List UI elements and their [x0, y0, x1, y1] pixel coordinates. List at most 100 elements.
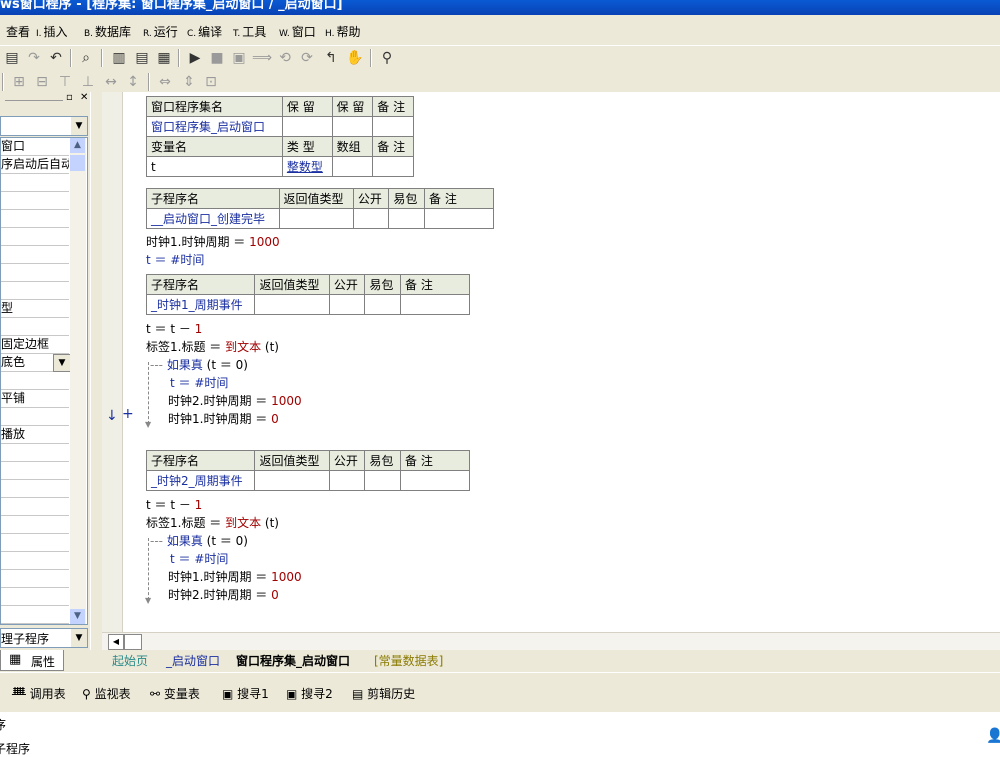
table-cell[interactable] [364, 470, 401, 491]
same-size-icon[interactable]: ⊡ [202, 73, 220, 91]
property-row[interactable] [1, 570, 69, 588]
scroll-thumb[interactable] [70, 155, 85, 171]
subroutine-name-cell[interactable]: _时钟2_周期事件 [145, 470, 256, 491]
table-cell[interactable] [328, 294, 366, 315]
align-top-icon[interactable]: ⊤ [56, 73, 74, 91]
property-row[interactable] [1, 246, 69, 264]
same-width-icon[interactable]: ⇔ [156, 73, 174, 91]
property-scrollbar[interactable]: ▲ ▼ [70, 138, 86, 624]
layout-2-icon[interactable]: ▤ [133, 49, 151, 67]
table-cell[interactable] [400, 470, 470, 491]
menu-compile[interactable]: C. 编译 [187, 23, 222, 40]
align-center-icon[interactable]: ⊟ [33, 73, 51, 91]
table-cell[interactable] [424, 208, 494, 229]
stop-icon[interactable]: ■ [208, 49, 226, 67]
scroll-left-icon[interactable]: ◀ [108, 634, 124, 650]
binoculars-icon[interactable]: ⚲ [378, 49, 396, 67]
tab-constants[interactable]: [常量数据表] [374, 652, 443, 669]
property-row[interactable]: 窗口 [1, 138, 69, 156]
plus-icon[interactable]: + [122, 406, 134, 422]
tab-startup-window[interactable]: _启动窗口 [166, 652, 220, 669]
clip-history-button[interactable]: ▤ 剪辑历史 [352, 685, 415, 702]
layout-3-icon[interactable]: ▦ [155, 49, 173, 67]
space-vertical-icon[interactable]: ↕ [124, 73, 142, 91]
scroll-down-icon[interactable]: ▼ [70, 609, 85, 624]
property-row[interactable] [1, 174, 69, 192]
property-row[interactable]: 序启动后自动 [1, 156, 69, 174]
property-row[interactable] [1, 444, 69, 462]
property-row[interactable]: 固定边框 [1, 336, 69, 354]
code-line[interactable]: 时钟1.时钟周期 ＝ 0 [168, 410, 279, 427]
property-row[interactable]: 平铺 [1, 390, 69, 408]
property-row[interactable] [1, 588, 69, 606]
watch-button[interactable]: ⚲ 监视表 [82, 685, 131, 702]
code-line[interactable]: 时钟1.时钟周期 ＝ 1000 [146, 233, 280, 250]
property-row[interactable] [1, 210, 69, 228]
if-line[interactable]: --- 如果真 (t ＝ 0) [150, 356, 248, 373]
layout-1-icon[interactable]: ▥ [110, 49, 128, 67]
property-row[interactable] [1, 228, 69, 246]
code-line[interactable]: 时钟1.时钟周期 ＝ 1000 [168, 568, 302, 585]
code-line[interactable]: 时钟2.时钟周期 ＝ 0 [168, 586, 279, 603]
panel-restore-icon[interactable]: ▫ [66, 92, 73, 103]
property-row[interactable] [1, 372, 69, 390]
run-icon[interactable]: ▶ [186, 49, 204, 67]
property-row[interactable] [1, 264, 69, 282]
property-row[interactable] [1, 552, 69, 570]
find-icon[interactable]: ⌕ [77, 49, 95, 67]
property-row[interactable]: 播放 [1, 426, 69, 444]
variable-type-cell[interactable]: 整数型 [281, 156, 333, 177]
menu-window[interactable]: W. 窗口 [279, 23, 316, 40]
event-select[interactable]: 理子程序 ▼ [0, 628, 88, 648]
search2-button[interactable]: ▣ 搜寻2 [286, 685, 333, 702]
property-row[interactable] [1, 318, 69, 336]
table-cell[interactable] [352, 208, 390, 229]
property-row[interactable] [1, 516, 69, 534]
menu-tools[interactable]: T. 工具 [233, 23, 266, 40]
component-select[interactable]: ▼ [0, 116, 88, 136]
menu-run[interactable]: R. 运行 [143, 23, 178, 40]
property-row[interactable] [1, 282, 69, 300]
align-bottom-icon[interactable]: ⊥ [79, 73, 97, 91]
step-over-icon[interactable]: ⟲ [276, 49, 294, 67]
table-cell[interactable] [331, 156, 374, 177]
scroll-thumb[interactable] [124, 634, 142, 650]
variables-button[interactable]: ⚯ 变量表 [150, 685, 200, 702]
table-cell[interactable] [372, 156, 414, 177]
table-cell[interactable] [254, 294, 330, 315]
property-row[interactable] [1, 480, 69, 498]
menu-help[interactable]: H. 帮助 [325, 23, 361, 40]
user-icon[interactable]: 👤 [986, 728, 1000, 744]
search1-button[interactable]: ▣ 搜寻1 [222, 685, 269, 702]
call-table-button[interactable]: ᚙ 调用表 [12, 685, 66, 702]
scroll-up-icon[interactable]: ▲ [70, 138, 85, 153]
code-line[interactable]: t ＝ t － 1 [146, 320, 202, 337]
menu-database[interactable]: B. 数据库 [84, 23, 131, 40]
table-cell[interactable] [372, 116, 414, 137]
code-line[interactable]: t ＝ t － 1 [146, 496, 202, 513]
property-row[interactable] [1, 462, 69, 480]
code-editor[interactable]: 窗口程序集名 保 留 保 留 备 注 窗口程序集_启动窗口 变量名 类 型 数组… [102, 92, 1000, 632]
tab-start-page[interactable]: 起始页 [112, 652, 148, 669]
property-grid[interactable]: 窗口 序启动后自动 型 固定边框 底色 平铺 播放 ▼ ▲ ▼ [0, 137, 88, 625]
property-row[interactable] [1, 606, 69, 624]
paste-icon[interactable]: ▤ [3, 49, 21, 67]
code-line[interactable]: 标签1.标题 ＝ 到文本 (t) [146, 338, 279, 355]
run-to-cursor-icon[interactable]: ↰ [322, 49, 340, 67]
dropdown-arrow-icon[interactable]: ▼ [53, 354, 71, 372]
table-cell[interactable] [400, 294, 470, 315]
table-cell[interactable] [281, 116, 333, 137]
code-line[interactable]: 时钟2.时钟周期 ＝ 1000 [168, 392, 302, 409]
variable-name-cell[interactable]: t [146, 156, 283, 177]
horizontal-scrollbar[interactable]: ◀ [102, 632, 1000, 651]
undo-icon[interactable]: ↶ [47, 49, 65, 67]
down-arrow-icon[interactable]: ↓ [106, 408, 118, 424]
subroutine-name-cell[interactable]: __启动窗口_创建完毕 [146, 208, 280, 229]
menu-insert[interactable]: I. 插入 [36, 23, 68, 40]
assembly-name-cell[interactable]: 窗口程序集_启动窗口 [146, 116, 283, 137]
same-height-icon[interactable]: ⇕ [180, 73, 198, 91]
table-cell[interactable] [328, 470, 366, 491]
code-line[interactable]: t ＝ #时间 [146, 251, 204, 268]
chevron-down-icon[interactable]: ▼ [71, 117, 87, 135]
property-row[interactable] [1, 192, 69, 210]
